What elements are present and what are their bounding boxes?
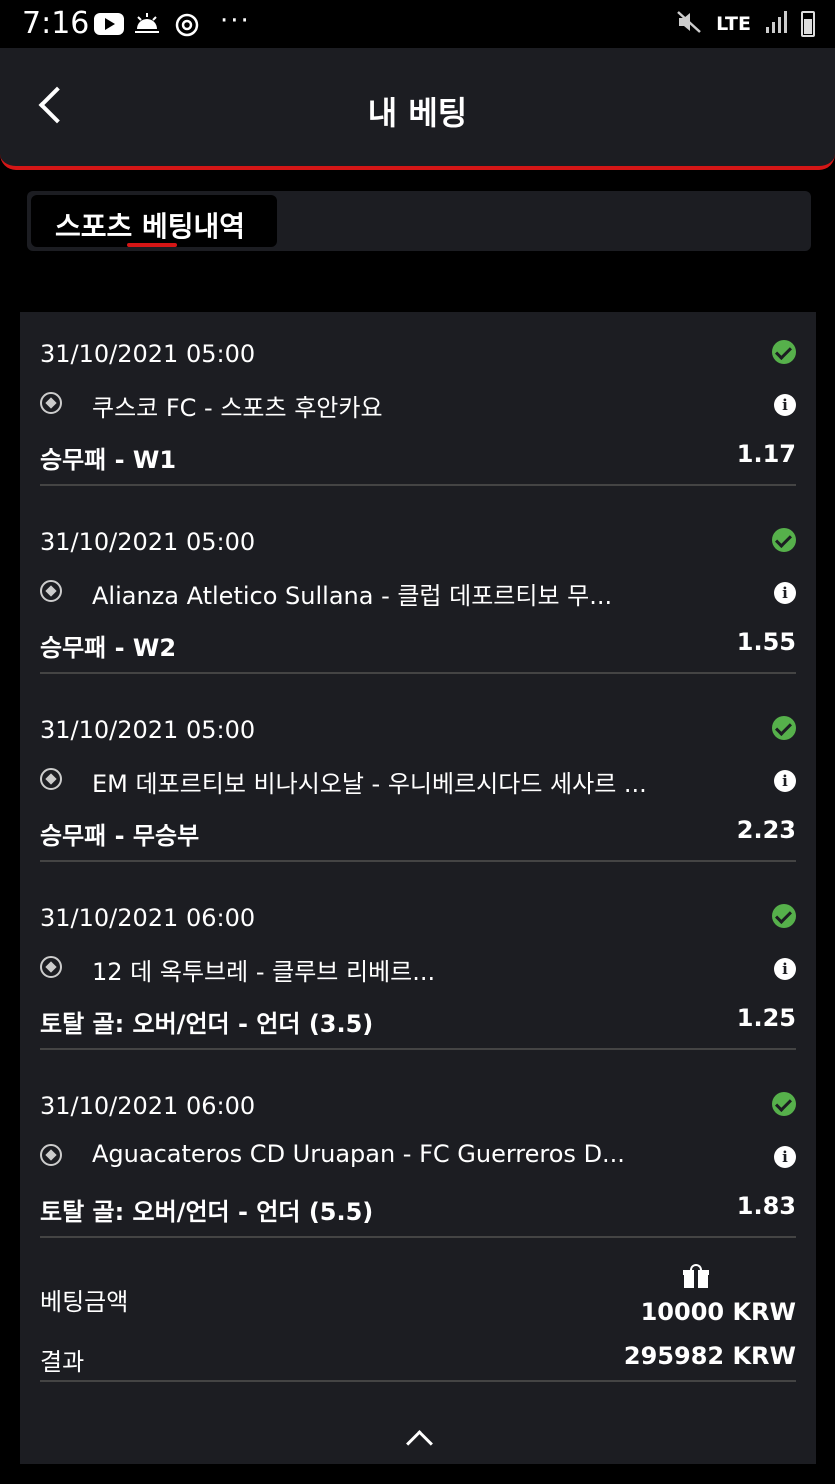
soccer-ball-icon [40,392,62,414]
weather-icon [134,12,160,38]
info-icon[interactable]: i [774,1146,796,1168]
network-type: LTE [716,13,751,35]
check-circle-icon [772,340,796,364]
info-icon[interactable]: i [774,958,796,980]
bet-market: 승무패 - W2 [40,634,177,662]
stake-amount: 10000 KRW [640,1298,796,1326]
youtube-icon [94,13,124,35]
check-circle-icon [772,904,796,928]
tab-label: 스포츠 베팅내역 [55,210,246,243]
bet-match: Alianza Atletico Sullana - 클럽 데포르티보 무... [92,582,613,610]
bet-market: 승무패 - 무승부 [40,822,200,850]
bet-odds: 1.55 [736,628,796,656]
check-circle-icon [772,528,796,552]
status-time: 7:16 [22,6,90,41]
active-tab-indicator [127,243,177,247]
more-icon: ··· [220,6,251,36]
bet-match: 쿠스코 FC - 스포츠 후안카요 [92,394,383,422]
bet-datetime: 31/10/2021 05:00 [40,340,256,368]
battery-icon [801,11,815,37]
bet-item: 31/10/2021 05:00 쿠스코 FC - 스포츠 후안카요 i 승무패… [40,312,796,486]
stake-label: 베팅금액 [40,1288,129,1316]
result-label: 결과 [40,1348,85,1376]
bet-datetime: 31/10/2021 06:00 [40,904,256,932]
bet-item: 31/10/2021 05:00 EM 데포르티보 비나시오날 - 우니베르시다… [40,688,796,862]
check-circle-icon [772,716,796,740]
result-amount: 295982 KRW [623,1342,796,1370]
bet-market: 토탈 골: 오버/언더 - 언더 (3.5) [40,1010,374,1038]
info-icon[interactable]: i [774,394,796,416]
soccer-ball-icon [40,580,62,602]
bet-market: 토탈 골: 오버/언더 - 언더 (5.5) [40,1198,374,1226]
bet-summary: 베팅금액 10000 KRW 결과 295982 KRW [40,1252,796,1382]
check-circle-icon [772,1092,796,1116]
bet-odds: 1.25 [736,1004,796,1032]
bet-match: Aguacateros CD Uruapan - FC Guerreros D.… [92,1140,625,1168]
info-icon[interactable]: i [774,770,796,792]
bet-datetime: 31/10/2021 06:00 [40,1092,256,1120]
bet-item: 31/10/2021 05:00 Alianza Atletico Sullan… [40,500,796,674]
status-right-icons: LTE [676,8,815,40]
bet-odds: 2.23 [736,816,796,844]
gift-icon [683,1264,709,1288]
bet-slip-card: 31/10/2021 05:00 쿠스코 FC - 스포츠 후안카요 i 승무패… [20,312,816,1464]
bet-datetime: 31/10/2021 05:00 [40,716,256,744]
bet-match: EM 데포르티보 비나시오날 - 우니베르시다드 세사르 ... [92,770,647,798]
bet-odds: 1.17 [736,440,796,468]
soccer-ball-icon [40,768,62,790]
chevron-up-icon[interactable] [406,1430,433,1457]
soccer-ball-icon [40,956,62,978]
bet-item: 31/10/2021 06:00 Aguacateros CD Uruapan … [40,1064,796,1238]
page-title: 내 베팅 [367,94,468,132]
mute-icon [676,10,702,38]
bet-odds: 1.83 [736,1192,796,1220]
bet-item: 31/10/2021 06:00 12 데 옥투브레 - 클루브 리베르... … [40,876,796,1050]
info-icon[interactable]: i [774,582,796,604]
status-bar: 7:16 ··· LTE [0,0,835,48]
signal-icon [765,10,787,38]
app-header: 내 베팅 [0,48,835,170]
tab-sports-history[interactable]: 스포츠 베팅내역 [31,195,277,247]
sync-icon [174,12,200,42]
soccer-ball-icon [40,1144,62,1166]
bet-datetime: 31/10/2021 05:00 [40,528,256,556]
tab-bar: 스포츠 베팅내역 [27,191,811,251]
bet-market: 승무패 - W1 [40,446,177,474]
bet-match: 12 데 옥투브레 - 클루브 리베르... [92,958,436,986]
